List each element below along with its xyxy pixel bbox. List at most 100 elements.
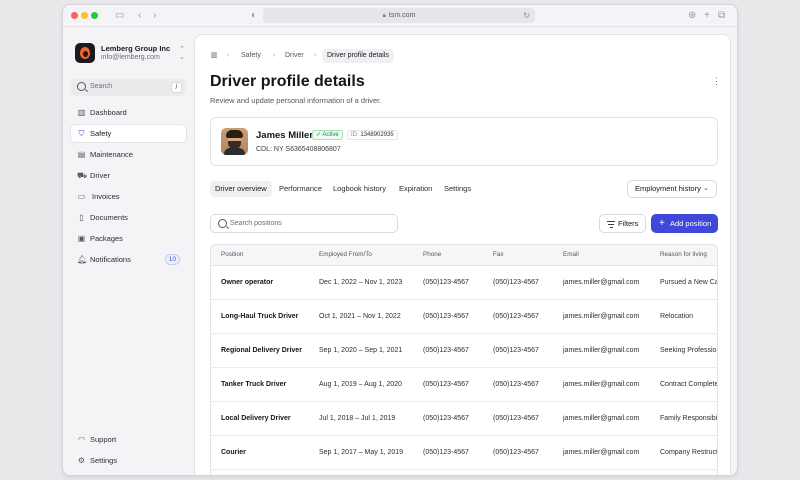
driver-id-value: 1348902935: [360, 132, 394, 138]
driver-id-badge: ID: 1348902935: [347, 130, 398, 140]
sidebar-toggle-icon[interactable]: ▭: [115, 9, 124, 23]
cell-email: james.miller@gmail.com: [553, 367, 650, 402]
sidebar-item-label: Safety: [90, 129, 112, 138]
sidebar-item-label: Dashboard: [90, 108, 127, 117]
reload-icon[interactable]: ↻: [523, 8, 530, 23]
minimize-window-button[interactable]: [81, 12, 88, 19]
sidebar-item-label: Packages: [90, 234, 123, 243]
sidebar-item-label: Maintenance: [90, 150, 133, 159]
add-position-button[interactable]: + Add position: [651, 214, 718, 233]
cell-reason: Pursued a New Ca: [650, 265, 717, 300]
positions-search[interactable]: [210, 214, 398, 233]
search-shortcut-key: /: [171, 82, 182, 93]
sidebar-search[interactable]: Search /: [71, 79, 186, 96]
search-input[interactable]: [230, 217, 390, 230]
table-row[interactable]: Long-Haul Truck Driver Oct 1, 2021 – Nov…: [211, 299, 717, 334]
cell-position: Tanker Truck Driver: [211, 367, 309, 402]
cell-fax: (050)123-4567: [483, 401, 553, 436]
org-name: Lemberg Group Inc: [101, 44, 171, 53]
sidebar-item-label: Support: [90, 435, 117, 444]
org-email: info@lemberg.com: [101, 54, 160, 61]
sidebar-nav: ▥ Dashboard ⛉ Safety ▤ Maintenance ⛟ Dri…: [71, 104, 186, 272]
driver-profile-card: James Miller ✓ Active ID: 1348902935 CDL…: [210, 117, 718, 166]
cell-fax: (050)123-4567: [483, 265, 553, 300]
plus-icon: +: [659, 218, 665, 229]
table-row[interactable]: Local Delivery Driver Jul 1, 2018 – Jul …: [211, 401, 717, 436]
sidebar-bottom-nav: ◠ Support ⚙ Settings: [71, 431, 186, 473]
table-row[interactable]: Owner operator Dec 1, 2022 – Nov 1, 2023…: [211, 265, 717, 300]
tab-performance[interactable]: Performance: [274, 181, 327, 197]
filters-label: Filters: [618, 219, 639, 228]
sidebar-item-support[interactable]: ◠ Support: [71, 431, 186, 448]
status-text: Active: [322, 132, 339, 138]
home-icon[interactable]: ▥: [211, 49, 218, 63]
sidebar-item-dashboard[interactable]: ▥ Dashboard: [71, 104, 186, 121]
cell-reason: Relocation: [650, 299, 717, 334]
breadcrumb-driver[interactable]: Driver: [285, 49, 304, 63]
sidebar-item-maintenance[interactable]: ▤ Maintenance: [71, 146, 186, 163]
sidebar-item-documents[interactable]: ▯ Documents: [71, 209, 186, 226]
forward-icon[interactable]: ›: [153, 9, 156, 23]
browser-titlebar: ▭ ‹ › ◐ 🔒︎ tsm.com ↻ ⊕ + ⧉: [63, 5, 737, 27]
cell-employed: Oct 1, 2021 – Nov 1, 2022: [309, 299, 413, 334]
column-header-employed[interactable]: Employed From/To: [309, 245, 413, 266]
sidebar-item-invoices[interactable]: ▭ Invoices: [71, 188, 186, 205]
address-bar[interactable]: 🔒︎ tsm.com ↻: [263, 8, 535, 23]
tab-settings[interactable]: Settings: [439, 181, 476, 197]
search-icon: [77, 82, 86, 91]
back-icon[interactable]: ‹: [138, 9, 141, 23]
column-header-position[interactable]: Position: [211, 245, 309, 266]
table-row[interactable]: Courier Sep 1, 2017 – May 1, 2019 (050)1…: [211, 435, 717, 470]
cell-employed: Sep 1, 2017 – May 1, 2019: [309, 435, 413, 470]
browser-window: ▭ ‹ › ◐ 🔒︎ tsm.com ↻ ⊕ + ⧉ Lemberg Group …: [62, 4, 738, 476]
cell-position: Courier: [211, 435, 309, 470]
page-subtitle: Review and update personal information o…: [210, 96, 382, 105]
table-row[interactable]: Tanker Truck Driver Aug 1, 2019 – Aug 1,…: [211, 367, 717, 402]
filters-button[interactable]: Filters: [599, 214, 646, 233]
sidebar-item-settings[interactable]: ⚙ Settings: [71, 452, 186, 469]
cell-email: james.miller@gmail.com: [553, 265, 650, 300]
table-row[interactable]: Regional Delivery Driver Sep 1, 2020 – S…: [211, 333, 717, 368]
column-header-email[interactable]: Email: [553, 245, 650, 266]
column-header-phone[interactable]: Phone: [413, 245, 483, 266]
breadcrumb-safety[interactable]: Safety: [241, 49, 261, 63]
employment-history-dropdown[interactable]: Employment history ⌄: [627, 180, 717, 198]
org-switcher[interactable]: Lemberg Group Inc info@lemberg.com ⌃ ⌄: [75, 41, 185, 67]
add-position-label: Add position: [670, 219, 712, 228]
main-content: ▥ › Safety › Driver › Driver profile det…: [194, 34, 731, 475]
maximize-window-button[interactable]: [91, 12, 98, 19]
more-options-icon[interactable]: ⋮: [712, 77, 721, 86]
privacy-shield-icon[interactable]: ◐: [251, 9, 257, 23]
sidebar-item-notifications[interactable]: 🔔︎ Notifications 10: [71, 251, 186, 268]
cell-position: Long-Haul Truck Driver: [211, 299, 309, 334]
download-icon[interactable]: ⊕: [688, 9, 696, 23]
column-header-reason[interactable]: Reason for living: [650, 245, 717, 266]
cell-phone: (050)123-4567: [413, 435, 483, 470]
tab-driver-overview[interactable]: Driver overview: [210, 181, 272, 197]
driver-name: James Miller: [256, 130, 314, 141]
url-text: tsm.com: [388, 12, 416, 19]
sidebar-item-packages[interactable]: ▣ Packages: [71, 230, 186, 247]
cell-email: james.miller@gmail.com: [553, 299, 650, 334]
employment-history-label: Employment history: [635, 184, 701, 193]
headset-icon: ◠: [78, 435, 85, 444]
cell-reason: Contract Complete: [650, 367, 717, 402]
chevron-up-down-icon[interactable]: ⌃ ⌄: [179, 46, 185, 62]
bar-chart-icon: ▥: [77, 108, 86, 117]
tab-overview-icon[interactable]: ⧉: [718, 9, 725, 23]
sidebar-item-driver[interactable]: ⛟ Driver: [71, 167, 186, 184]
new-tab-icon[interactable]: +: [704, 9, 710, 23]
cell-position: Regional Delivery Driver: [211, 333, 309, 368]
sidebar-item-safety[interactable]: ⛉ Safety: [71, 125, 186, 142]
tab-expiration[interactable]: Expiration: [394, 181, 437, 197]
cell-fax: (050)123-4567: [483, 435, 553, 470]
page-title: Driver profile details: [210, 73, 365, 90]
column-header-fax[interactable]: Fax: [483, 245, 553, 266]
tab-logbook-history[interactable]: Logbook history: [328, 181, 391, 197]
sidebar-item-label: Notifications: [90, 255, 131, 264]
cell-reason: Company Restruct: [650, 435, 717, 470]
sidebar-item-label: Documents: [90, 213, 128, 222]
positions-table: Position Employed From/To Phone Fax Emai…: [210, 244, 718, 475]
close-window-button[interactable]: [71, 12, 78, 19]
cell-email: james.miller@gmail.com: [553, 333, 650, 368]
